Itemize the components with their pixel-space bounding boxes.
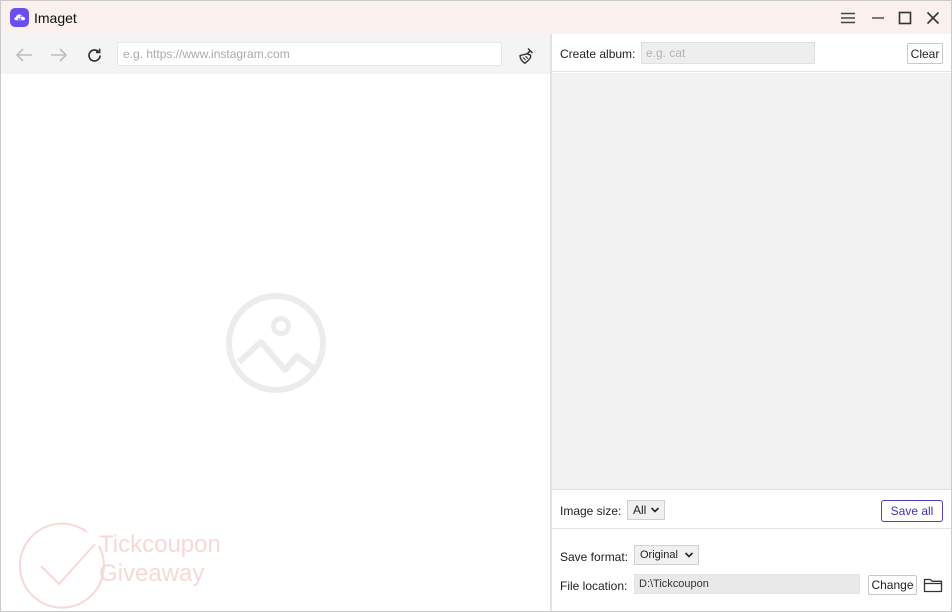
- imaget-logo-icon: [10, 8, 29, 27]
- maximize-icon[interactable]: [893, 6, 917, 30]
- watermark-line-2: Giveaway: [99, 560, 205, 587]
- hamburger-menu-icon[interactable]: [836, 6, 860, 30]
- broom-icon[interactable]: [514, 43, 538, 67]
- image-size-value: All: [633, 503, 647, 517]
- save-format-value: Original: [640, 549, 678, 561]
- image-size-bar: Image size: All Save all: [552, 489, 951, 529]
- close-icon[interactable]: [921, 6, 945, 30]
- clear-button[interactable]: Clear: [907, 43, 943, 64]
- chevron-down-icon: [684, 552, 694, 558]
- save-all-button[interactable]: Save all: [881, 500, 943, 522]
- watermark-line-1: Tickcoupon: [99, 531, 221, 558]
- image-size-select[interactable]: All: [627, 500, 665, 520]
- change-location-button[interactable]: Change: [868, 575, 917, 595]
- file-location-field: D:\Tickcoupon: [634, 574, 860, 594]
- app-title: Imaget: [34, 10, 77, 26]
- reload-icon[interactable]: [82, 43, 106, 67]
- arrow-left-icon[interactable]: [12, 43, 36, 67]
- arrow-right-icon[interactable]: [47, 43, 71, 67]
- save-format-label: Save format:: [560, 550, 629, 564]
- image-size-label: Image size:: [560, 504, 622, 518]
- browser-pane: Tickcoupon Giveaway: [1, 34, 550, 611]
- folder-icon[interactable]: [922, 575, 944, 595]
- browser-toolbar: [1, 34, 550, 74]
- image-placeholder-icon: [225, 292, 327, 394]
- watermark: Tickcoupon Giveaway: [17, 520, 257, 611]
- file-location-value: D:\Tickcoupon: [639, 578, 709, 590]
- file-location-label: File location:: [560, 579, 628, 593]
- chevron-down-icon: [650, 507, 660, 513]
- album-bar: Create album: Clear: [552, 34, 951, 72]
- image-gallery: [552, 73, 951, 489]
- save-format-select[interactable]: Original: [634, 545, 699, 565]
- download-pane: Create album: Clear Image size: All Save…: [552, 34, 951, 611]
- minimize-icon[interactable]: [866, 6, 890, 30]
- album-name-input[interactable]: [641, 42, 815, 64]
- app-window: Imaget e.g. https://www.instagram.com Ti…: [0, 0, 952, 612]
- title-bar: Imaget: [1, 1, 951, 34]
- url-input[interactable]: [117, 42, 502, 66]
- create-album-label: Create album:: [560, 47, 636, 61]
